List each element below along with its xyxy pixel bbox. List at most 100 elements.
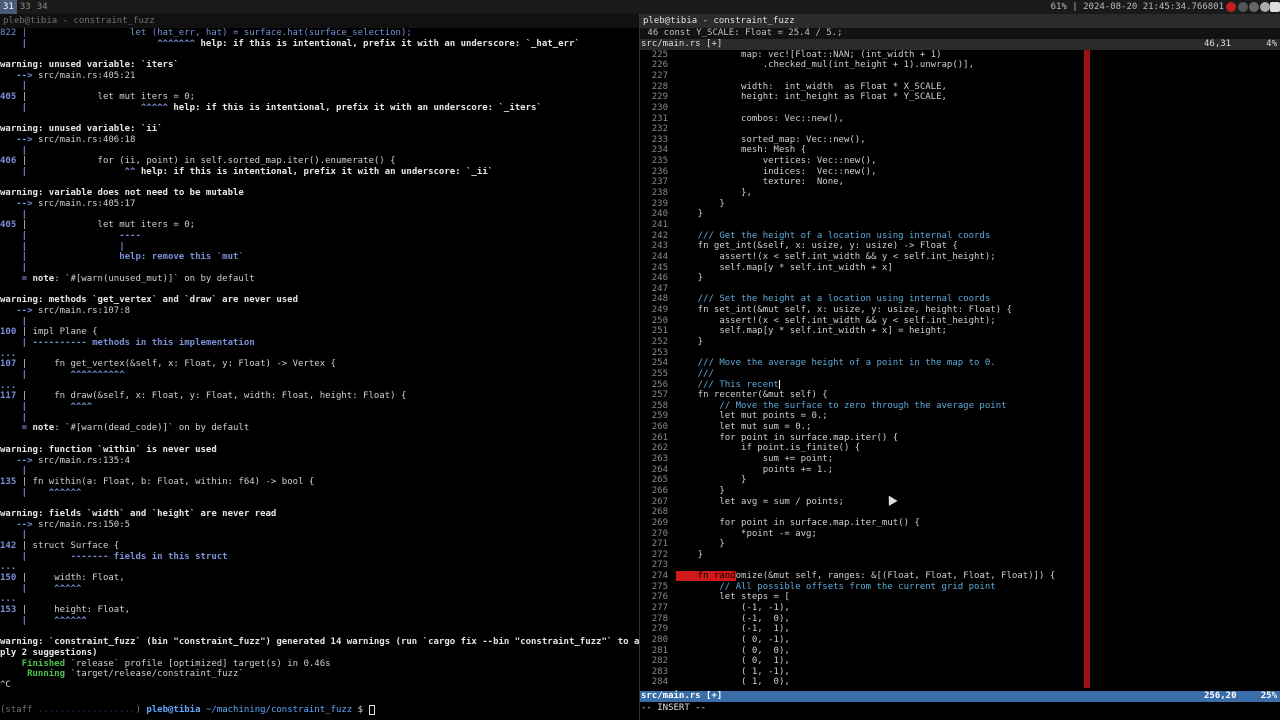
code-line: 237 texture: None, [640,177,1280,188]
code-text: if point.is_finite() { [676,443,861,454]
terminal-text: | struct Surface { [21,541,120,551]
line-number: 241 [651,219,668,230]
terminal-text: | ------- [0,551,114,562]
terminal-line: | ^^^^^ [0,584,640,595]
terminal-pane[interactable]: pleb@tibia - constraint_fuzz 822 | let (… [0,14,640,720]
terminal-line: 150 | width: Float, [0,573,640,584]
terminal-text: 822 | let (hat_err, hat) = surface.hat(s… [0,28,412,38]
line-number: 249 [651,305,668,316]
terminal-text: methods in this implementation [92,337,255,348]
code-text: for point in surface.map.iter_mut() { [676,517,920,528]
terminal-line: 117 | fn draw(&self, x: Float, y: Float,… [0,391,640,402]
globe-icon[interactable] [1249,2,1259,12]
bottom-status-file: src/main.rs [+] [641,691,723,701]
line-number: 251 [651,326,668,337]
terminal-line: | ^^^^^^^^^^ [0,370,640,381]
code-text: let steps = [ [676,592,790,603]
code-line: 262 if point.is_finite() { [640,443,1280,454]
line-number: 257 [651,390,668,401]
line-number: 260 [651,422,668,433]
terminal-text: --> [0,519,38,530]
terminal-text: 142 [0,541,22,551]
terminal-text: 100 [0,327,22,338]
terminal-text: | let mut iters = 0; [21,92,196,103]
line-number: 235 [651,156,668,167]
terminal-text: --> [0,134,38,145]
home-icon[interactable] [1270,2,1280,12]
record-icon[interactable] [1226,2,1236,12]
code-line: 230 [640,103,1280,114]
terminal-text: src/main.rs:405:21 [37,70,136,81]
code-text: /// Get the height of a location using i… [676,230,991,241]
terminal-text: fields in this struct [113,551,228,562]
terminal-line: | [0,466,640,477]
code-text: assert!(x < self.int_width && y < self.i… [676,251,996,262]
terminal-line: | ^^^^^ help: if this is intentional, pr… [0,103,640,114]
terminal-text: Running [0,669,66,680]
terminal-text: ... [0,380,17,391]
line-number: 252 [651,336,668,347]
code-text: sorted_map: Vec::new(), [676,134,866,145]
code-text: omize(&mut self, ranges: &[(Float, Float… [735,571,1056,582]
code-text: (-1, 0), [676,613,790,624]
terminal-text: : variable does not need to be mutable [37,188,244,199]
terminal-line: | [0,81,640,92]
code-buffer[interactable]: 225 map: vec![Float::NAN; (int_width + 1… [640,49,1280,689]
code-text: } [676,475,747,486]
terminal-text: ^C [0,679,11,690]
vim-pane[interactable]: pleb@tibia - constraint_fuzz 46 const Y_… [640,14,1280,720]
clock-icon[interactable] [1238,2,1248,12]
terminal-line: warning: unused variable: `iters` [0,60,640,71]
code-text: fn set_int(&mut self, x: usize, y: usize… [676,305,1012,316]
line-number: 245 [651,262,668,273]
terminal-line: --> src/main.rs:406:18 [0,135,640,146]
code-line: 226 .checked_mul(int_height + 1).unwrap(… [640,60,1280,71]
terminal-line: warning: unused variable: `ii` [0,124,640,135]
terminal-text: ... [0,348,17,359]
line-number: 270 [651,528,668,539]
terminal-line: 405 | let mut iters = 0; [0,220,640,231]
terminal-text: --> [0,70,38,81]
terminal-line: ply 2 suggestions) [0,648,640,659]
code-text: } [676,539,725,550]
line-number: 239 [651,198,668,209]
terminal-text: | [0,412,28,423]
code-line: 274 fn randomize(&mut self, ranges: &[(F… [640,571,1280,582]
terminal-text: | fn get_vertex(&self, x: Float, y: Floa… [21,359,336,370]
code-line: 258 // Move the surface to zero through … [640,401,1280,412]
workspace-33[interactable]: 33 [17,0,34,14]
code-text: /// Move the average height of a point i… [676,358,996,369]
workspace-34[interactable]: 34 [34,0,51,14]
terminal-line: ... [0,381,640,392]
code-text: // Move the surface to zero through the … [676,400,1007,411]
code-text: let avg = sum / points; [676,496,844,507]
terminal-text: | width: Float, [21,573,125,584]
code-text: ( 0, 1), [676,656,790,667]
line-number: 256 [651,379,668,390]
line-number: 261 [651,432,668,443]
bottom-status-percent: 25% [1260,691,1277,701]
terminal-text: warning [0,295,38,306]
terminal-line: | ^^ help: if this is intentional, prefi… [0,167,640,178]
terminal-line: | ^^^^^^ [0,488,640,499]
code-line: 273 [640,560,1280,571]
code-text: // All possible offsets from the current… [676,581,996,592]
code-line: 225 map: vec![Float::NAN; (int_width + 1… [640,50,1280,61]
code-text: self.map[y * self.int_width + x] = heigh… [676,326,947,337]
code-line: 276 let steps = [ [640,592,1280,603]
terminal-text: warning [0,60,38,71]
workspace-31[interactable]: 31 [0,0,17,14]
line-number: 234 [651,145,668,156]
code-text: let mut sum = 0.; [676,422,812,433]
terminal-text: : `#[warn(unused_mut)]` on by default [54,273,255,284]
prompt-hidden: .................. [37,705,136,715]
shell-prompt[interactable]: (staff ..................) pleb@tibia ~/… [0,704,375,716]
terminal-text: warning [0,637,38,648]
code-line: 254 /// Move the average height of a poi… [640,358,1280,369]
gear-icon[interactable] [1260,2,1270,12]
terminal-line: | [0,210,640,221]
code-text: /// Set the height at a location using i… [676,294,991,305]
line-number: 276 [651,592,668,603]
